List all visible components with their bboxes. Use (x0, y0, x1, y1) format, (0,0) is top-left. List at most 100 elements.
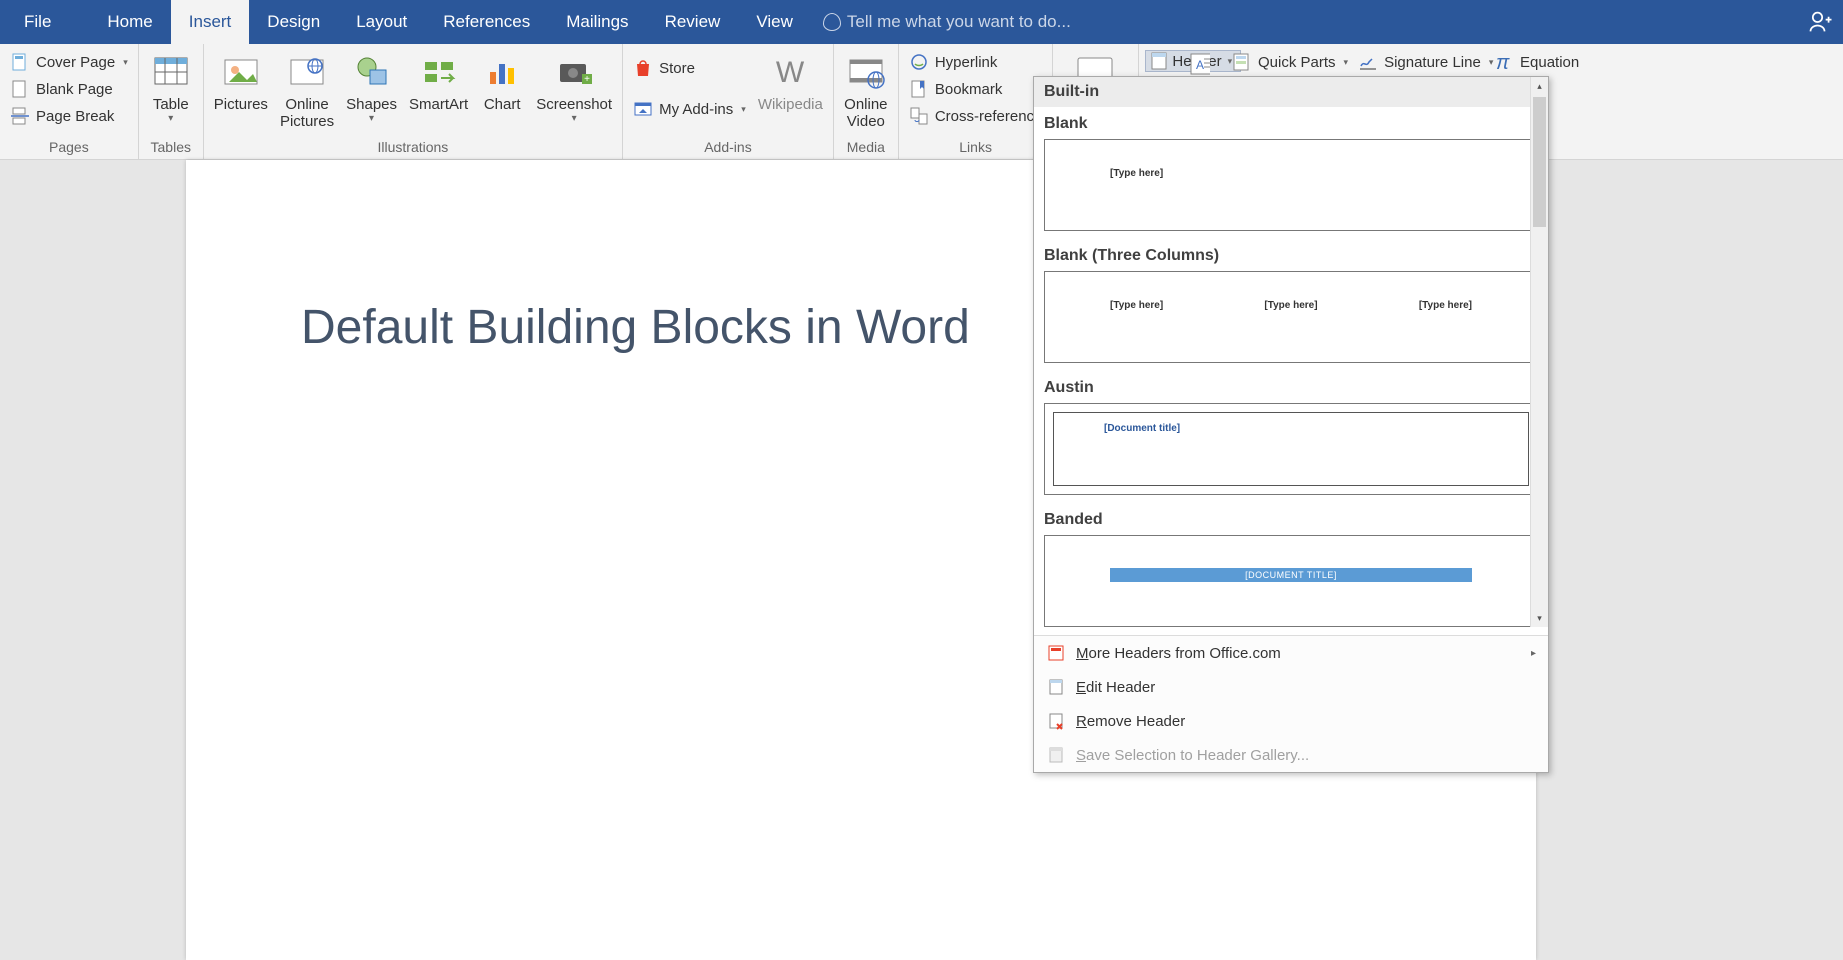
smartart-label: SmartArt (409, 96, 468, 113)
wikipedia-button[interactable]: W Wikipedia (754, 48, 827, 115)
store-button[interactable]: Store (629, 56, 750, 80)
header-gallery: Built-in Blank [Type here] Blank (Three … (1033, 76, 1549, 773)
smartart-button[interactable]: SmartArt (405, 48, 472, 115)
group-media: Online Video Media (834, 44, 899, 159)
scrollbar-thumb[interactable] (1533, 97, 1546, 227)
screenshot-label: Screenshot (536, 96, 612, 113)
svg-text:A: A (1196, 58, 1204, 72)
tab-layout[interactable]: Layout (338, 0, 425, 44)
group-addins-label: Add-ins (629, 139, 827, 157)
svg-text:W: W (776, 56, 805, 89)
placeholder-text: [Document title] (1104, 423, 1180, 434)
page-break-icon (10, 106, 30, 126)
gallery-item-title-blank3: Blank (Three Columns) (1034, 239, 1548, 271)
tab-review[interactable]: Review (647, 0, 739, 44)
tab-design[interactable]: Design (249, 0, 338, 44)
blank-page-button[interactable]: Blank Page (6, 77, 132, 101)
cover-page-icon (10, 52, 30, 72)
hyperlink-button[interactable]: Hyperlink (905, 50, 1047, 74)
ribbon-tabs: File Home Insert Design Layout Reference… (0, 0, 1843, 44)
online-pictures-button[interactable]: Online Pictures (276, 48, 338, 133)
group-symbols: π Equation (1490, 50, 1583, 74)
caret-icon: ▾ (123, 57, 128, 68)
hyperlink-label: Hyperlink (935, 54, 998, 71)
smartart-icon (417, 50, 461, 94)
share-icon[interactable] (1807, 8, 1835, 36)
group-illustrations-label: Illustrations (210, 139, 616, 157)
my-addins-button[interactable]: My Add-ins▾ (629, 97, 750, 121)
gallery-item-title-banded: Banded (1034, 503, 1548, 535)
placeholder-text: [Type here] (1264, 300, 1317, 311)
page-break-label: Page Break (36, 108, 114, 125)
ribbon: Cover Page▾ Blank Page Page Break Pages … (0, 44, 1843, 160)
remove-header-menuitem[interactable]: Remove Header (1034, 704, 1548, 738)
caret-icon: ▾ (1344, 57, 1349, 68)
cross-reference-icon (909, 106, 929, 126)
placeholder-text: [Type here] (1110, 300, 1163, 311)
wikipedia-label: Wikipedia (758, 96, 823, 113)
quick-parts-button[interactable]: Quick Parts ▾ (1228, 50, 1352, 74)
scroll-up-icon[interactable]: ▴ (1531, 77, 1548, 95)
store-icon (633, 58, 653, 78)
signature-line-icon (1358, 52, 1378, 72)
tab-references[interactable]: References (425, 0, 548, 44)
more-headers-label: More Headers from Office.com (1076, 645, 1281, 662)
table-button[interactable]: Table ▾ (145, 48, 197, 126)
gallery-item-title-blank: Blank (1034, 107, 1548, 139)
equation-label: Equation (1520, 54, 1579, 71)
gallery-item-austin[interactable]: [Document title] (1044, 403, 1538, 495)
hyperlink-icon (909, 52, 929, 72)
equation-button[interactable]: π Equation (1490, 50, 1583, 74)
gallery-item-blank-three[interactable]: [Type here] [Type here] [Type here] (1044, 271, 1538, 363)
caret-icon: ▾ (572, 113, 577, 124)
pictures-button[interactable]: Pictures (210, 48, 272, 115)
screenshot-button[interactable]: + Screenshot ▾ (532, 48, 616, 126)
bookmark-label: Bookmark (935, 81, 1003, 98)
cover-page-label: Cover Page (36, 54, 115, 71)
placeholder-text: [Type here] (1110, 168, 1163, 179)
scroll-down-icon[interactable]: ▾ (1531, 609, 1548, 627)
gallery-scrollbar[interactable]: ▴ ▾ (1530, 77, 1548, 627)
group-illustrations: Pictures Online Pictures Shapes ▾ SmartA… (204, 44, 623, 159)
equation-icon: π (1494, 52, 1514, 72)
bookmark-icon (909, 79, 929, 99)
caret-icon: ▾ (168, 113, 173, 124)
group-links: Hyperlink Bookmark Cross-reference Links (899, 44, 1054, 159)
my-addins-label: My Add-ins (659, 101, 733, 118)
save-selection-label: Save Selection to Header Gallery... (1076, 747, 1309, 764)
edit-header-menuitem[interactable]: Edit Header (1034, 670, 1548, 704)
save-selection-menuitem: Save Selection to Header Gallery... (1034, 738, 1548, 772)
tab-file[interactable]: File (6, 0, 69, 44)
chart-label: Chart (484, 96, 521, 113)
cover-page-button[interactable]: Cover Page ▾ (6, 50, 132, 74)
text-box-icon-button[interactable]: A (1186, 54, 1214, 74)
blank-page-label: Blank Page (36, 81, 113, 98)
gallery-item-blank[interactable]: [Type here] (1044, 139, 1538, 231)
group-pages: Cover Page ▾ Blank Page Page Break Pages (0, 44, 139, 159)
group-addins: Store My Add-ins▾ W Wikipedia Add-ins (623, 44, 834, 159)
tell-me-search[interactable]: Tell me what you want to do... (823, 12, 1837, 32)
page-break-button[interactable]: Page Break (6, 104, 132, 128)
quick-parts-label: Quick Parts (1258, 54, 1336, 71)
document-area: Default Building Blocks in Word (0, 160, 1843, 891)
more-headers-menuitem[interactable]: More Headers from Office.com ▸ (1034, 636, 1548, 670)
chart-button[interactable]: Chart (476, 48, 528, 115)
cross-reference-button[interactable]: Cross-reference (905, 104, 1047, 128)
group-tables: Table ▾ Tables (139, 44, 204, 159)
signature-line-button[interactable]: Signature Line▾ (1354, 50, 1497, 74)
blank-page-icon (10, 79, 30, 99)
shapes-button[interactable]: Shapes ▾ (342, 48, 401, 126)
tab-mailings[interactable]: Mailings (548, 0, 646, 44)
pictures-icon (219, 50, 263, 94)
chart-icon (480, 50, 524, 94)
group-pages-label: Pages (6, 139, 132, 157)
table-label: Table (153, 96, 189, 113)
group-tables-label: Tables (145, 139, 197, 157)
tab-home[interactable]: Home (89, 0, 170, 44)
tab-view[interactable]: View (738, 0, 811, 44)
lightbulb-icon (823, 13, 841, 31)
gallery-item-banded[interactable]: [DOCUMENT TITLE] (1044, 535, 1538, 627)
bookmark-button[interactable]: Bookmark (905, 77, 1047, 101)
online-video-button[interactable]: Online Video (840, 48, 892, 133)
tab-insert[interactable]: Insert (171, 0, 250, 44)
